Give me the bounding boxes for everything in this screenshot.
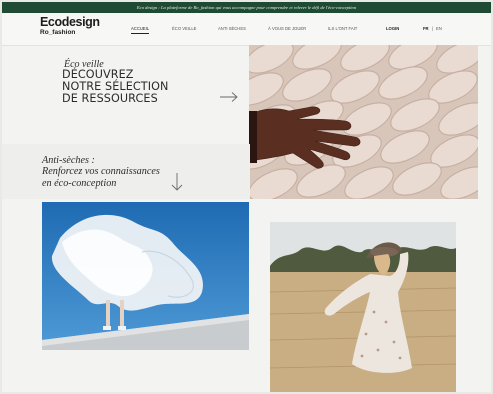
top-banner: Eco design : La plateforme de Ro_fashion…: [2, 2, 491, 13]
anti-line-2: Renforcez vos connaissances: [42, 166, 160, 178]
main-nav: ACCUEIL ÉCO VEILLE ANTI SÈCHES À VOUS DE…: [2, 26, 491, 36]
discover-title[interactable]: DÉCOUVREZ NOTRE SÉLECTION DE RESSOURCES: [62, 68, 242, 106]
site-header: Ecodesign Ro_fashion ACCUEIL ÉCO VEILLE …: [2, 13, 491, 46]
browser-page: Eco design : La plateforme de Ro_fashion…: [2, 2, 491, 392]
discover-line-3: DE RESSOURCES: [62, 92, 158, 106]
nav-item-ils-lont-fait[interactable]: ILS L'ONT FAIT: [328, 26, 357, 32]
anti-seches-heading[interactable]: Anti-sèches : Renforcez vos connaissance…: [42, 155, 232, 189]
lang-en[interactable]: EN: [436, 26, 442, 31]
arrow-right-icon[interactable]: [219, 91, 239, 103]
nav-item-anti-seches[interactable]: ANTI SÈCHES: [218, 26, 246, 32]
white-fabric-sky-image: [42, 202, 249, 350]
arrow-down-icon[interactable]: [170, 172, 184, 192]
lang-separator: |: [431, 26, 433, 31]
knit-hand-image: [249, 45, 478, 199]
banner-text: Eco design : La plateforme de Ro_fashion…: [136, 5, 357, 10]
woman-wheat-field-image: [270, 222, 456, 392]
language-switcher: FR | EN: [423, 26, 442, 32]
login-link[interactable]: LOGIN: [386, 26, 399, 32]
nav-item-eco-veille[interactable]: ÉCO VEILLE: [172, 26, 196, 32]
nav-item-accueil[interactable]: ACCUEIL: [131, 26, 150, 34]
anti-line-1: Anti-sèches :: [42, 155, 95, 166]
lang-fr[interactable]: FR: [423, 26, 429, 31]
anti-line-3: en éco-conception: [42, 177, 117, 189]
nav-item-a-vous-de-jouer[interactable]: À VOUS DE JOUER: [268, 26, 306, 32]
